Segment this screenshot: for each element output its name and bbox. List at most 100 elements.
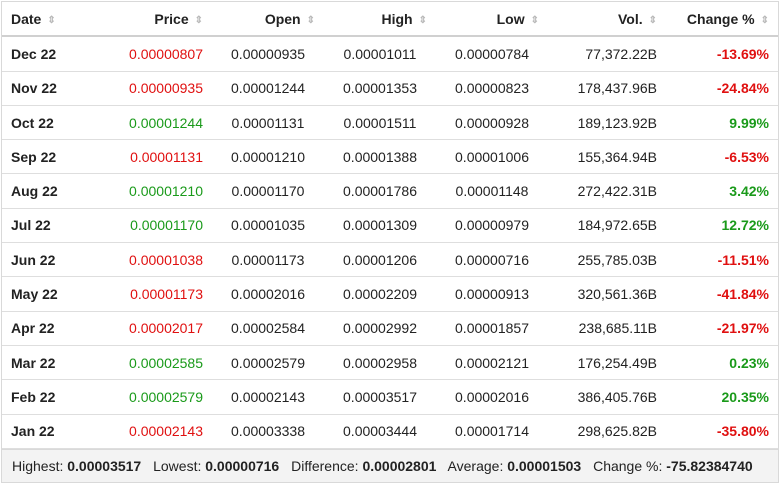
cell-change: -13.69%	[666, 36, 778, 72]
cell-high: 0.00003444	[324, 414, 436, 449]
cell-date: Jan 22	[2, 414, 84, 449]
cell-date: Dec 22	[2, 36, 84, 72]
table-row: Apr 22 0.00002017 0.00002584 0.00002992 0.00…	[2, 311, 778, 346]
cell-open: 0.00002143	[212, 379, 324, 415]
column-header-low[interactable]: Low ⇕	[436, 2, 548, 38]
column-header-price[interactable]: Price ⇕	[84, 2, 212, 38]
cell-low: 0.00001006	[436, 139, 548, 175]
column-header-label: Low	[496, 10, 525, 27]
cell-vol: 178,437.96B	[548, 71, 666, 106]
column-header-label: Date	[11, 10, 42, 27]
table-row: Mar 22 0.00002585 0.00002579 0.00002958 0.00…	[2, 345, 778, 381]
cell-high: 0.00003517	[324, 379, 436, 415]
cell-low: 0.00000979	[436, 208, 548, 244]
summary-lowest-label: Lowest:	[153, 457, 202, 474]
cell-price: 0.00002579	[84, 379, 212, 415]
cell-change: -6.53%	[666, 139, 778, 175]
column-header-label: Price	[154, 10, 189, 27]
column-header-change[interactable]: Change % ⇕	[666, 2, 778, 38]
cell-change: 12.72%	[666, 208, 778, 244]
cell-vol: 189,123.92B	[548, 105, 666, 141]
cell-date: Feb 22	[2, 379, 84, 415]
cell-change: 3.42%	[666, 173, 778, 209]
column-header-date[interactable]: Date ⇕	[2, 2, 84, 38]
cell-price: 0.00001131	[84, 139, 212, 175]
cell-low: 0.00000784	[436, 36, 548, 72]
cell-high: 0.00001786	[324, 173, 436, 209]
cell-change: 9.99%	[666, 105, 778, 141]
summary-difference-label: Difference:	[291, 457, 359, 474]
cell-vol: 298,625.82B	[548, 414, 666, 449]
cell-open: 0.00002584	[212, 311, 324, 346]
summary-average-value: 0.00001503	[507, 457, 582, 474]
cell-date: Oct 22	[2, 105, 84, 141]
column-header-open[interactable]: Open ⇕	[212, 2, 324, 38]
table-row: Dec 22 0.00000807 0.00000935 0.00001011 0.00…	[2, 36, 778, 72]
table-row: Nov 22 0.00000935 0.00001244 0.00001353 0.00…	[2, 71, 778, 106]
column-header-high[interactable]: High ⇕	[324, 2, 436, 38]
column-header-vol[interactable]: Vol. ⇕	[548, 2, 666, 38]
historical-data-table: Date ⇕ Price ⇕ Open ⇕ High ⇕ Low ⇕ Vol. ⇕ Chan…	[2, 2, 778, 449]
cell-date: Jun 22	[2, 242, 84, 278]
table-row: Aug 22 0.00001210 0.00001170 0.00001786 0.00…	[2, 173, 778, 209]
table-row: Jun 22 0.00001038 0.00001173 0.00001206 0.00…	[2, 242, 778, 278]
cell-price: 0.00001244	[84, 105, 212, 141]
cell-date: Sep 22	[2, 139, 84, 175]
cell-low: 0.00001148	[436, 173, 548, 209]
sort-updown-icon: ⇕	[194, 14, 203, 26]
cell-date: Mar 22	[2, 345, 84, 381]
cell-high: 0.00001206	[324, 242, 436, 278]
cell-change: -11.51%	[666, 242, 778, 278]
cell-high: 0.00001388	[324, 139, 436, 175]
table-row: Feb 22 0.00002579 0.00002143 0.00003517 0.00…	[2, 379, 778, 415]
cell-price: 0.00001210	[84, 173, 212, 209]
cell-low: 0.00000823	[436, 71, 548, 106]
cell-price: 0.00002585	[84, 345, 212, 381]
summary-lowest-value: 0.00000716	[205, 457, 280, 474]
cell-date: Nov 22	[2, 71, 84, 106]
cell-change: -21.97%	[666, 311, 778, 346]
cell-open: 0.00001131	[212, 105, 324, 141]
cell-date: Aug 22	[2, 173, 84, 209]
cell-change: -35.80%	[666, 414, 778, 449]
cell-low: 0.00001857	[436, 311, 548, 346]
summary-highest-value: 0.00003517	[67, 457, 142, 474]
cell-price: 0.00000807	[84, 36, 212, 72]
cell-open: 0.00000935	[212, 36, 324, 72]
table-row: May 22 0.00001173 0.00002016 0.00002209 0.00…	[2, 276, 778, 312]
cell-open: 0.00001173	[212, 242, 324, 278]
cell-open: 0.00001035	[212, 208, 324, 244]
cell-change: -24.84%	[666, 71, 778, 106]
summary-difference-value: 0.00002801	[362, 457, 437, 474]
cell-change: 20.35%	[666, 379, 778, 415]
cell-high: 0.00002992	[324, 311, 436, 346]
cell-open: 0.00001170	[212, 173, 324, 209]
cell-high: 0.00001309	[324, 208, 436, 244]
table-body: Dec 22 0.00000807 0.00000935 0.00001011 0.00…	[2, 36, 778, 449]
cell-vol: 184,972.65B	[548, 208, 666, 244]
sort-updown-icon: ⇕	[648, 14, 657, 26]
summary-average-label: Average:	[447, 457, 504, 474]
cell-vol: 320,561.36B	[548, 276, 666, 312]
table-row: Jul 22 0.00001170 0.00001035 0.00001309 0.00…	[2, 208, 778, 244]
cell-low: 0.00001714	[436, 414, 548, 449]
cell-open: 0.00001244	[212, 71, 324, 106]
column-header-label: Vol.	[617, 10, 643, 27]
historical-data-table-container: Date ⇕ Price ⇕ Open ⇕ High ⇕ Low ⇕ Vol. ⇕ Chan…	[1, 1, 779, 483]
cell-high: 0.00002209	[324, 276, 436, 312]
cell-price: 0.00002143	[84, 414, 212, 449]
summary-highest-label: Highest:	[12, 457, 64, 474]
summary-change-value: -75.82384740	[666, 457, 753, 474]
table-row: Sep 22 0.00001131 0.00001210 0.00001388 0.00…	[2, 139, 778, 175]
cell-price: 0.00001173	[84, 276, 212, 312]
table-row: Oct 22 0.00001244 0.00001131 0.00001511 0.00…	[2, 105, 778, 141]
cell-open: 0.00002016	[212, 276, 324, 312]
sort-updown-icon: ⇕	[47, 14, 56, 26]
cell-vol: 155,364.94B	[548, 139, 666, 175]
cell-high: 0.00002958	[324, 345, 436, 381]
cell-change: -41.84%	[666, 276, 778, 312]
cell-price: 0.00002017	[84, 311, 212, 346]
cell-vol: 255,785.03B	[548, 242, 666, 278]
sort-updown-icon: ⇕	[760, 14, 769, 26]
cell-date: May 22	[2, 276, 84, 312]
